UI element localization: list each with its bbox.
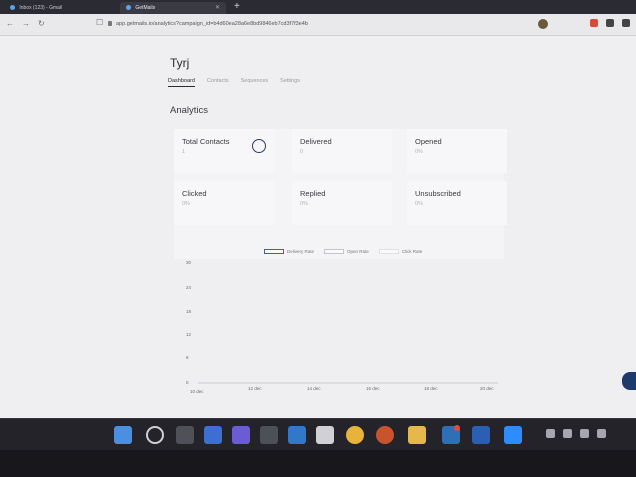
stat-value: 0% bbox=[182, 201, 190, 207]
stat-label: Unsubscribed bbox=[415, 189, 461, 198]
browser-tab-getmails[interactable]: GetMails ✕ bbox=[120, 2, 226, 14]
tab-dashboard[interactable]: Dashboard bbox=[168, 78, 195, 87]
system-tray bbox=[546, 429, 606, 438]
stat-label: Delivered bbox=[300, 137, 332, 146]
campaign-tabs: Dashboard Contacts Sequences Settings bbox=[168, 78, 300, 87]
url-text: app.getmails.io/analytics?campaign_id=b4… bbox=[116, 21, 308, 27]
zoom-icon[interactable] bbox=[504, 426, 522, 444]
bookmark-icon[interactable]: ☐ bbox=[96, 18, 103, 27]
campaign-title: Tyrj bbox=[170, 56, 190, 70]
getmails-favicon-icon bbox=[126, 5, 131, 11]
stat-value: 0% bbox=[415, 201, 423, 207]
page-content: Tyrj Dashboard Contacts Sequences Settin… bbox=[0, 36, 636, 418]
stat-value: 0% bbox=[415, 149, 423, 155]
tab-label: GetMails bbox=[135, 5, 156, 11]
settings-icon[interactable] bbox=[260, 426, 278, 444]
stat-card-unsubscribed: Unsubscribed 0% bbox=[407, 181, 507, 225]
analytics-chart: Delivery Rate Open Rate Click Rate 30 24… bbox=[180, 246, 510, 401]
chat-widget-button[interactable] bbox=[622, 372, 636, 390]
calculator-icon[interactable] bbox=[316, 426, 334, 444]
stat-label: Opened bbox=[415, 137, 442, 146]
os-taskbar bbox=[0, 418, 636, 450]
stat-label: Clicked bbox=[182, 189, 207, 198]
teams-chat-icon[interactable] bbox=[232, 426, 250, 444]
stat-card-replied: Replied 0% bbox=[292, 181, 392, 225]
stats-grid: Total Contacts 1 Delivered 0 Opened 0% C… bbox=[174, 129, 507, 259]
widgets-icon[interactable] bbox=[204, 426, 222, 444]
chart-plot-area bbox=[198, 382, 498, 384]
close-icon[interactable]: ✕ bbox=[215, 2, 220, 14]
stat-label: Replied bbox=[300, 189, 326, 198]
notification-badge bbox=[454, 425, 460, 431]
browser-tab-gmail[interactable]: Inbox (123) - Gmail bbox=[4, 2, 116, 14]
section-title: Analytics bbox=[170, 105, 209, 116]
task-view-icon[interactable] bbox=[176, 426, 194, 444]
mail-icon[interactable] bbox=[288, 426, 306, 444]
stat-label: Total Contacts bbox=[182, 137, 230, 146]
extension-icon[interactable] bbox=[590, 19, 598, 27]
extension-icons bbox=[590, 19, 630, 27]
microphone-icon[interactable] bbox=[597, 429, 606, 438]
screen-bezel bbox=[0, 450, 636, 477]
forward-icon[interactable]: → bbox=[22, 19, 30, 28]
browser-tab-bar: Inbox (123) - Gmail GetMails ✕ + bbox=[0, 0, 636, 14]
file-explorer-icon[interactable] bbox=[408, 426, 426, 444]
reload-icon[interactable]: ↻ bbox=[38, 19, 45, 28]
address-bar: ← → ↻ ☐ app.getmails.io/analytics?campai… bbox=[0, 14, 636, 36]
tab-settings[interactable]: Settings bbox=[280, 78, 300, 87]
menu-icon[interactable] bbox=[622, 19, 630, 27]
stat-card-total-contacts: Total Contacts 1 bbox=[174, 129, 274, 173]
start-menu-icon[interactable] bbox=[114, 426, 132, 444]
profile-avatar[interactable] bbox=[538, 19, 548, 29]
stat-value: 1 bbox=[182, 149, 186, 155]
tab-label: Inbox (123) - Gmail bbox=[19, 5, 63, 11]
extension-icon[interactable] bbox=[606, 19, 614, 27]
gmail-favicon-icon bbox=[10, 5, 15, 11]
word-icon[interactable] bbox=[472, 426, 490, 444]
keyboard-icon[interactable] bbox=[580, 429, 589, 438]
firefox-icon[interactable] bbox=[376, 426, 394, 444]
chrome-icon[interactable] bbox=[346, 426, 364, 444]
url-input[interactable]: app.getmails.io/analytics?campaign_id=b4… bbox=[108, 18, 518, 31]
loading-spinner-icon bbox=[252, 139, 266, 153]
stat-card-delivered: Delivered 0 bbox=[292, 129, 392, 173]
stat-value: 0% bbox=[300, 201, 308, 207]
cloud-icon[interactable] bbox=[563, 429, 572, 438]
chevron-up-icon[interactable] bbox=[546, 429, 555, 438]
stat-value: 0 bbox=[300, 149, 304, 155]
new-tab-button[interactable]: + bbox=[234, 1, 240, 13]
search-icon[interactable] bbox=[146, 426, 164, 444]
stat-card-clicked: Clicked 0% bbox=[174, 181, 274, 225]
stat-card-opened: Opened 0% bbox=[407, 129, 507, 173]
tab-contacts[interactable]: Contacts bbox=[207, 78, 229, 87]
lock-icon bbox=[108, 21, 112, 27]
tab-sequences[interactable]: Sequences bbox=[241, 78, 269, 87]
back-icon[interactable]: ← bbox=[6, 19, 14, 28]
